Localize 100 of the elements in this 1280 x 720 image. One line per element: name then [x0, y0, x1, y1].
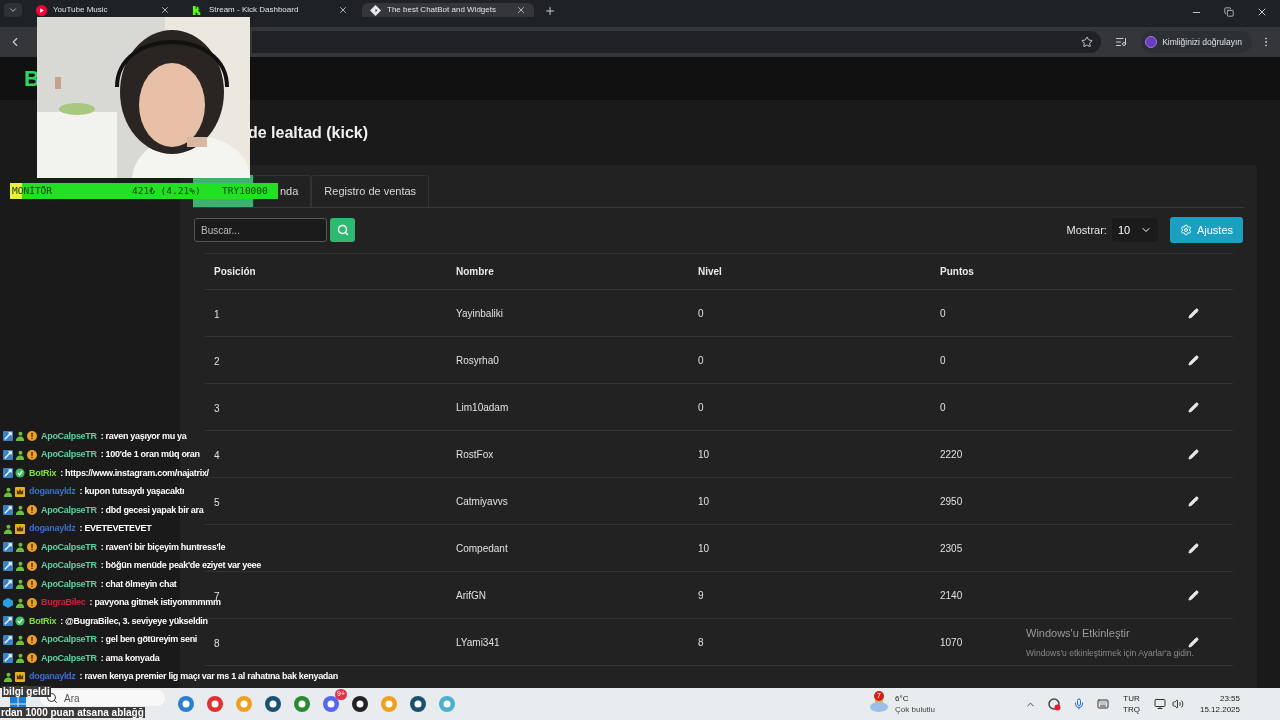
column-header: Nivel — [698, 265, 722, 279]
chat-message: : https://www.instagram.com/najatrix/ — [60, 466, 209, 480]
person-icon — [15, 505, 25, 516]
person-icon — [15, 634, 25, 645]
table-cell-text: 0 — [698, 400, 704, 415]
chat-username: ApoCalpseTR — [41, 540, 97, 554]
chat-message: : kupon tutsaydı yaşacaktı — [79, 485, 185, 498]
keyboard-icon[interactable] — [1097, 698, 1110, 710]
edit-icon[interactable] — [1187, 542, 1199, 554]
person-icon — [3, 671, 13, 682]
chat-username: BotRix — [29, 614, 57, 628]
table-cell-text: RostFox — [456, 447, 494, 462]
column-header: Puntos — [940, 265, 974, 279]
tab[interactable]: Registro de ventas — [311, 175, 430, 207]
exclamation-circle-icon — [27, 542, 37, 553]
table-cell-text: 2140 — [940, 588, 963, 603]
chat-username: ApoCalpseTR — [41, 448, 97, 461]
exclamation-circle-icon — [27, 560, 37, 571]
diamond-icon — [370, 4, 381, 16]
table-cell-text: Catmiyavvs — [456, 494, 508, 509]
edit-icon[interactable] — [1187, 354, 1199, 366]
app-icon[interactable] — [409, 695, 427, 713]
language-code: TUR — [1123, 693, 1140, 704]
chat-username: ApoCalpseTR — [41, 559, 97, 572]
page-size-select[interactable]: 10 — [1111, 218, 1158, 242]
table-cell-text: 0 — [940, 353, 946, 368]
edit-icon[interactable] — [1187, 495, 1199, 507]
new-tab-icon[interactable] — [544, 5, 556, 17]
close-icon[interactable] — [338, 5, 348, 15]
chat-username: ApoCalpseTR — [41, 651, 97, 665]
avatar-icon — [1145, 36, 1158, 48]
table-cell: 5 — [214, 497, 220, 508]
chat-username: doganayldz — [29, 670, 76, 683]
chat-message: : @BugraBilec, 3. seviyeye yükseldin — [60, 614, 208, 628]
column-header: Nombre — [456, 265, 494, 279]
cube-icon — [3, 597, 13, 608]
search-field[interactable]: Buscar... — [194, 218, 327, 242]
table-cell-text: 10 — [698, 494, 710, 509]
microphone-icon[interactable] — [1073, 698, 1086, 710]
chat-username: ApoCalpseTR — [41, 577, 97, 591]
show-label: Mostrar: — [1066, 222, 1107, 238]
table-cell-text: 1070 — [940, 635, 963, 650]
chat-message: : gel ben götüreyim seni — [100, 633, 198, 646]
app-icon[interactable] — [351, 695, 369, 713]
chat-message: : chat ölmeyin chat — [100, 577, 177, 591]
close-icon[interactable] — [160, 5, 170, 15]
chat-username: BugraBilec — [41, 596, 86, 609]
chat-message: : EVETEVETEVET — [79, 522, 152, 535]
recording-icon[interactable] — [1048, 697, 1062, 711]
app-icon[interactable] — [264, 695, 282, 713]
volume-icon[interactable] — [1171, 698, 1184, 710]
crown-icon — [15, 523, 25, 534]
edit-icon[interactable] — [1187, 589, 1199, 601]
browser-tab[interactable]: The best ChatBot and Widgets — [362, 3, 534, 17]
edit-icon[interactable] — [1187, 448, 1199, 460]
chat-message: : raven yaşıyor mu ya — [100, 429, 187, 443]
exclamation-circle-icon — [27, 505, 37, 516]
table-cell-text: 2220 — [940, 447, 963, 462]
tab-title: YouTube Music — [53, 4, 108, 16]
temperature: 6°C — [895, 693, 910, 704]
table-cell-text: 9 — [698, 588, 704, 603]
alert-toast: bilgi geldi — [2, 686, 51, 697]
person-icon — [15, 597, 25, 608]
bookmark-star-icon[interactable] — [1081, 36, 1094, 48]
tab-list-button[interactable] — [4, 3, 22, 17]
weather-text: Çok bulutlu — [895, 704, 936, 715]
profile-button[interactable]: Kimliğinizi doğrulayın — [1141, 31, 1252, 53]
search-icon — [336, 224, 349, 236]
table-cell-text: Rosyrha0 — [456, 353, 499, 368]
chat-message: : 100'de 1 oran müq oran — [100, 448, 200, 461]
tab-title: Stream - Kick Dashboard — [209, 4, 299, 16]
table-cell-text: 0 — [940, 306, 946, 321]
network-icon[interactable] — [1153, 698, 1166, 710]
chat-username: ApoCalpseTR — [41, 429, 97, 443]
chat-message: : ama konyada — [100, 651, 160, 665]
check-circle-icon — [15, 616, 25, 627]
browser-tab[interactable]: YouTube Music — [28, 3, 178, 17]
browser-tab[interactable]: Stream - Kick Dashboard — [184, 3, 356, 17]
search-button[interactable] — [330, 218, 355, 242]
edit-icon[interactable] — [1187, 401, 1199, 413]
person-icon — [3, 486, 13, 497]
exclamation-circle-icon — [27, 653, 37, 664]
table-cell: 2 — [214, 356, 220, 367]
chat-username: ApoCalpseTR — [41, 633, 97, 646]
chat-username: doganayldz — [29, 485, 76, 498]
person-icon — [15, 653, 25, 664]
restore-icon[interactable] — [1224, 7, 1234, 17]
alert-toast: rdan 1000 puan atsana ablağğ — [0, 707, 145, 718]
table-cell-text: 2950 — [940, 494, 963, 509]
chat-message: : böğün menüde peak'de eziyet var yeee — [100, 559, 262, 572]
edit-icon[interactable] — [1187, 307, 1199, 319]
person-icon — [15, 431, 25, 442]
chevron-down-icon — [8, 5, 18, 15]
close-icon[interactable] — [516, 5, 526, 15]
chat-username: doganayldz — [29, 522, 76, 535]
table-cell: 8 — [214, 638, 220, 649]
edit-icon[interactable] — [1187, 636, 1199, 648]
media-controls-icon[interactable] — [1115, 36, 1128, 48]
table-cell: 4 — [214, 450, 220, 461]
close-icon[interactable] — [1256, 6, 1268, 18]
